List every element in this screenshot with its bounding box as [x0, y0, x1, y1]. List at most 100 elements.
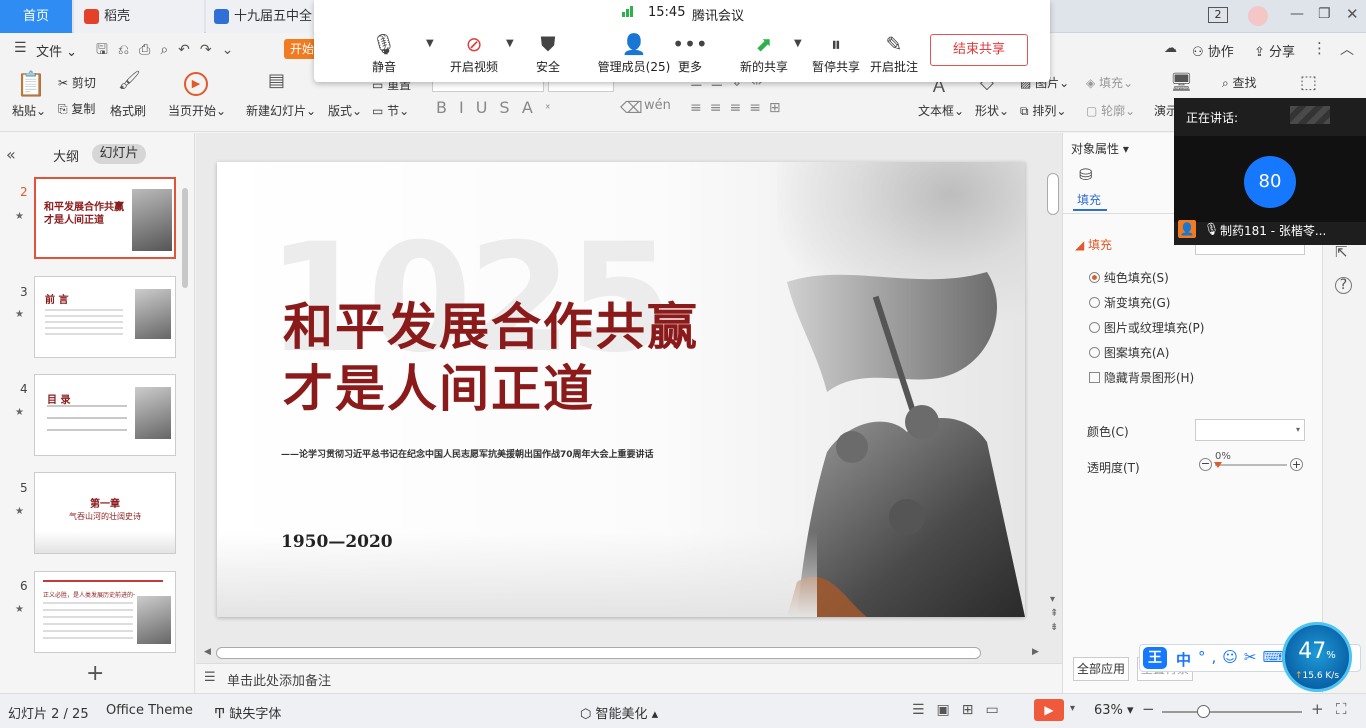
copy-button[interactable]: ⎘ 复制 — [58, 100, 95, 117]
phonetic-icon[interactable]: wén — [644, 98, 671, 113]
security-button[interactable]: ⛊ 安全 — [512, 30, 584, 75]
align-icons[interactable]: ≡≡≡≡⊞ — [690, 100, 789, 116]
start-video-button[interactable]: ⊘ 开启视频 — [438, 30, 510, 75]
annotate-button[interactable]: ✎ 开启批注 — [858, 30, 930, 75]
select-icon[interactable]: ⬚ — [1300, 72, 1317, 93]
layout-button[interactable]: 版式⌄ — [328, 102, 362, 119]
find-button[interactable]: ⌕ 查找 — [1222, 74, 1257, 91]
restore-icon[interactable]: ❐ — [1318, 6, 1331, 22]
slide-thumbnail-4[interactable]: 目 录 — [34, 374, 176, 456]
page-badge[interactable]: 2 — [1208, 7, 1228, 23]
slide-thumbnail-2[interactable]: 和平发展合作共赢才是人间正道 — [34, 177, 176, 259]
new-slide-button[interactable]: 新建幻灯片⌄ — [246, 102, 316, 119]
slide-thumbnail-6[interactable]: 正义必胜，是人类发展历史前进的一个真理 — [34, 571, 176, 653]
file-menu[interactable]: 文件 ⌄ — [36, 41, 77, 60]
missing-font-button[interactable]: Ͳ 缺失字体 — [214, 703, 281, 722]
notes-placeholder[interactable]: 单击此处添加备注 — [227, 670, 331, 689]
smart-beautify-button[interactable]: ⬡ 智能美化 ▴ — [580, 703, 658, 722]
ime-language-toggle[interactable]: 中 — [1176, 649, 1191, 670]
zoom-in-icon[interactable]: + — [1311, 700, 1324, 718]
notes-pane[interactable]: ☰ 单击此处添加备注 — [196, 663, 1062, 693]
cloud-sync-icon[interactable]: ☁ — [1164, 41, 1177, 56]
collab-button[interactable]: ⚇ 协作 — [1192, 41, 1234, 60]
tab-home[interactable]: 首页 — [0, 0, 72, 33]
shape-button[interactable]: 形状⌄ — [975, 102, 1009, 119]
fill-tab[interactable]: 填充 — [1077, 191, 1101, 208]
avatar[interactable] — [1248, 6, 1268, 26]
picture-fill-option[interactable]: 图片或纹理填充(P) — [1089, 319, 1204, 336]
color-picker[interactable]: ▾ — [1195, 419, 1305, 441]
daoke-icon — [84, 9, 99, 24]
hamburger-icon[interactable]: ☰ — [14, 40, 27, 56]
cut-button[interactable]: ✂ 剪切 — [58, 74, 96, 91]
network-speed-widget[interactable]: 47% ↑15.6 K/s — [1282, 622, 1352, 692]
tab-daoke-label: 稻壳 — [104, 9, 131, 24]
format-painter-button[interactable]: 格式刷 — [110, 102, 146, 119]
zoom-level[interactable]: 63% ▾ — [1094, 703, 1134, 718]
fill-section-header[interactable]: ◢ 填充 — [1075, 236, 1112, 253]
fit-window-icon[interactable]: ⛶ — [1336, 700, 1347, 718]
zoom-out-icon[interactable]: − — [1142, 700, 1155, 718]
thumbnail-scrollbar[interactable] — [182, 188, 188, 288]
ime-tool-icons[interactable]: °,☺✂⌨ — [1198, 648, 1290, 666]
slide-thumbnail-5[interactable]: 第一章 气吞山河的壮阔史诗 — [34, 472, 176, 554]
slides-tab[interactable]: 幻灯片 — [92, 144, 146, 164]
section-button[interactable]: ▭ 节⌄ — [372, 102, 409, 119]
tab-daoke[interactable]: 稻壳 — [74, 0, 204, 33]
add-slide-icon[interactable]: + — [86, 661, 104, 686]
minimize-icon[interactable]: — — [1290, 6, 1304, 22]
zoom-slider[interactable] — [1162, 711, 1302, 713]
clear-format-icon[interactable]: ⌫ — [620, 98, 643, 117]
slide-title[interactable]: 和平发展合作共赢 才是人间正道 — [283, 296, 699, 420]
hide-background-checkbox[interactable]: 隐藏背景图形(H) — [1089, 369, 1194, 386]
mute-dropdown-icon[interactable]: ▼ — [426, 38, 434, 49]
collapse-panel-icon[interactable]: « — [6, 145, 16, 164]
solid-fill-label: 纯色填充(S) — [1103, 271, 1169, 285]
help-icon[interactable]: ? — [1335, 277, 1352, 294]
slide-subtitle[interactable]: ——论学习贯彻习近平总书记在纪念中国人民志愿军抗美援朝出国作战70周年大会上重要… — [281, 447, 781, 460]
end-share-button[interactable]: 结束共享 — [930, 34, 1028, 66]
properties-header[interactable]: 对象属性 ▾ — [1071, 140, 1129, 157]
theme-name[interactable]: Office Theme — [106, 703, 193, 718]
current-slide[interactable]: 1025 和平发展合作共赢 才是人间正道 ——论学习贯彻习近平总书记在纪念中国人… — [217, 162, 1025, 617]
tab-document[interactable]: 十九届五中全会 — [206, 0, 316, 57]
play-dropdown-icon[interactable]: ▾ — [1070, 703, 1075, 714]
quick-access-icons[interactable]: 🖫⎌⎙⌕↶↷⌄ — [96, 39, 243, 63]
play-slideshow-button[interactable]: ▶ — [1034, 699, 1064, 721]
font-style-icons[interactable]: BIUSAˣ — [436, 98, 563, 117]
outline-tab[interactable]: 大纲 — [53, 146, 79, 165]
fill-button[interactable]: ◈ 填充⌄ — [1086, 74, 1133, 91]
more-button[interactable]: ••• 更多 — [654, 30, 726, 75]
slide-thumbnail-3[interactable]: 前 言 — [34, 276, 176, 358]
slide-years[interactable]: 1950—2020 — [281, 532, 393, 552]
gradient-fill-option[interactable]: 渐变填充(G) — [1089, 294, 1171, 311]
speaker-window[interactable]: 正在讲话: 80 👤 🎙 制药181 - 张楷苓... — [1174, 98, 1366, 245]
arrange-button[interactable]: ⧉ 排列⌄ — [1020, 102, 1066, 119]
solid-fill-option[interactable]: 纯色填充(S) — [1089, 269, 1169, 286]
more-menu-icon[interactable]: ⋮ — [1312, 39, 1327, 57]
slide-vertical-scrollbar[interactable] — [1047, 173, 1059, 215]
scroll-right-icon[interactable]: ▶ — [1032, 647, 1039, 657]
new-share-button[interactable]: ⬈ 新的共享 — [728, 30, 800, 75]
transparency-increase-button[interactable]: + — [1290, 458, 1303, 471]
close-icon[interactable]: ✕ — [1346, 5, 1359, 23]
paste-button[interactable]: 粘贴⌄ — [12, 102, 46, 119]
slide-horizontal-scrollbar[interactable] — [216, 647, 981, 659]
page-nav-arrows[interactable]: ▾ ⇞ ⇟ — [1050, 593, 1058, 635]
share-button[interactable]: ⇪ 分享 — [1254, 41, 1295, 60]
textbox-button[interactable]: 文本框⌄ — [918, 102, 964, 119]
transparency-slider[interactable] — [1215, 464, 1287, 466]
mute-button[interactable]: 🎙 静音 — [348, 30, 420, 75]
apply-all-button[interactable]: 全部应用 — [1073, 657, 1129, 681]
paste-icon[interactable]: 📋 — [16, 70, 46, 98]
play-from-current-button[interactable]: 当页开始⌄ — [168, 102, 226, 119]
pattern-fill-option[interactable]: 图案填充(A) — [1089, 344, 1169, 361]
transparency-decrease-button[interactable]: − — [1199, 458, 1212, 471]
view-mode-icons[interactable]: ☰▣⊞▭ — [912, 702, 1011, 718]
scroll-left-icon[interactable]: ◀ — [204, 647, 211, 657]
transparency-slider-thumb[interactable] — [1214, 462, 1222, 468]
zoom-slider-thumb[interactable] — [1197, 705, 1210, 718]
side-tool-icon[interactable]: ⇱ — [1335, 243, 1348, 261]
outline-button[interactable]: ▢ 轮廓⌄ — [1086, 102, 1135, 119]
collapse-ribbon-icon[interactable]: ︿ — [1340, 39, 1354, 59]
